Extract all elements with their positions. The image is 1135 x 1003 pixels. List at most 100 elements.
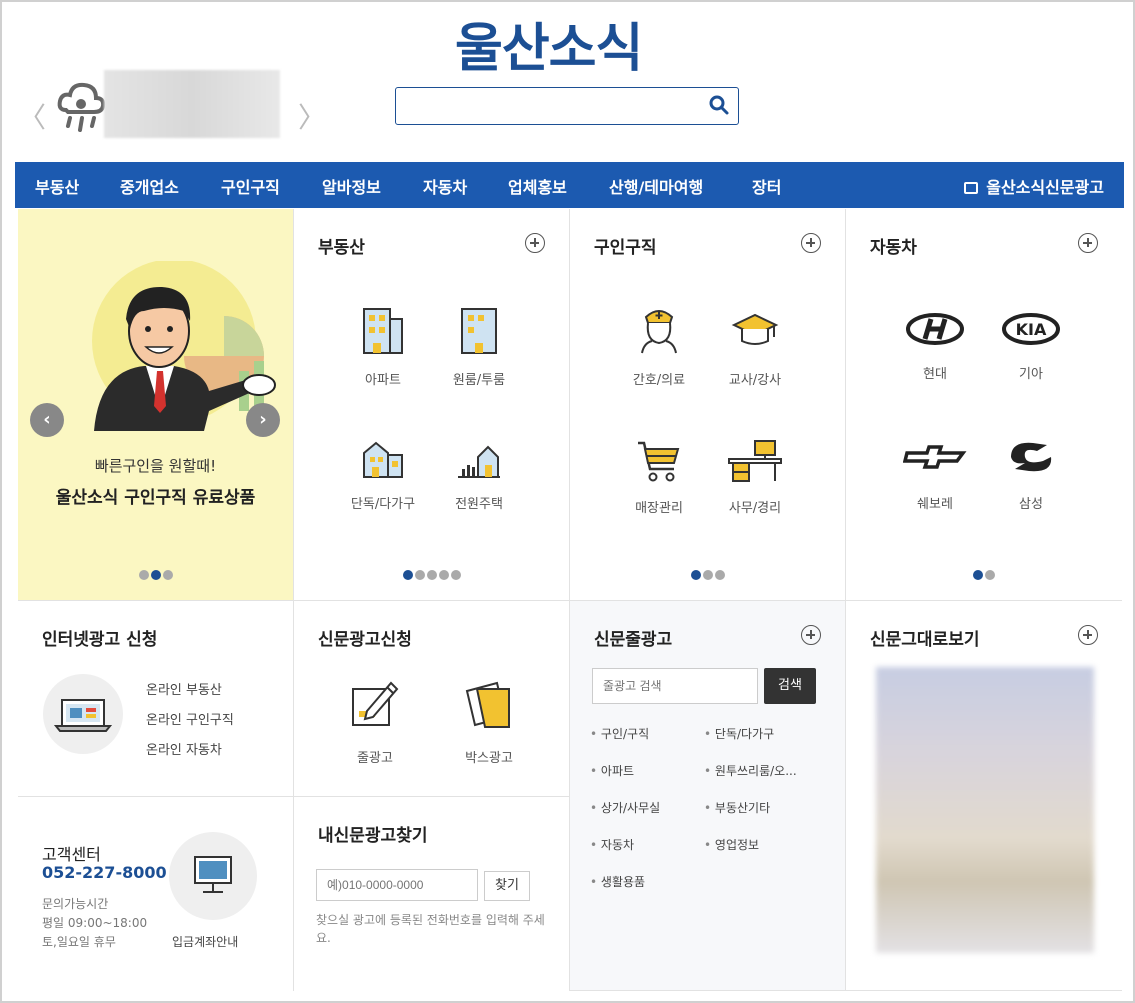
pagination-dot[interactable] (150, 570, 161, 580)
realestate-apartment[interactable]: 아파트 (338, 305, 428, 388)
weekend-hours: 토,일요일 휴무 (42, 935, 116, 949)
nav-newspaper-ad[interactable]: 올산소식신문광고 (964, 174, 1104, 198)
realestate-oneroom[interactable]: 원룸/투룸 (434, 305, 524, 388)
jobs-pagination (570, 565, 845, 584)
pagination-dot[interactable] (702, 570, 713, 580)
site-search (395, 87, 739, 125)
cars-title: 자동차 (870, 238, 917, 258)
line-ad-category[interactable]: 단독/다가구 (704, 725, 774, 742)
edit-document-icon (352, 681, 399, 726)
line-ad-more-icon[interactable] (801, 625, 821, 645)
weekday-hours: 평일 09:00~18:00 (42, 916, 148, 930)
realestate-house[interactable]: 단독/다가구 (338, 439, 428, 512)
jobs-teacher[interactable]: 교사/강사 (710, 305, 800, 388)
newspaper-view-more-icon[interactable] (1078, 625, 1098, 645)
banner-next-button[interactable]: › (246, 403, 280, 437)
cars-panel: 자동차 현대 KIA 기아 쉐보레 삼성 (846, 209, 1122, 601)
laptop-icon (43, 674, 123, 754)
nav-item-parttime[interactable]: 알바정보 (322, 174, 381, 198)
line-ad-category[interactable]: 원투쓰리룸/오... (704, 762, 797, 779)
nav-item-market[interactable]: 장터 (752, 174, 781, 198)
jobs-office[interactable]: 사무/경리 (710, 439, 800, 516)
newspaper-ad-apply-panel: 신문광고신청 줄광고 박스광고 (294, 601, 570, 797)
line-ad-search-input[interactable] (592, 668, 758, 704)
weather-prev-button[interactable]: 〈 (18, 96, 46, 136)
pagination-dot[interactable] (985, 570, 995, 580)
line-ad-category[interactable]: 상가/사무실 (590, 799, 660, 816)
jobs-nursing[interactable]: 간호/의료 (614, 305, 704, 388)
cars-samsung[interactable]: 삼성 (986, 435, 1076, 512)
nav-newspaper-ad-label: 올산소식신문광고 (986, 178, 1104, 197)
deposit-account-link[interactable]: 입금계좌안내 (172, 933, 238, 950)
phone-number-input[interactable] (316, 869, 478, 901)
find-ad-button[interactable]: 찾기 (484, 871, 530, 901)
pagination-dot[interactable] (690, 570, 701, 580)
nav-item-travel[interactable]: 산행/테마여행 (609, 174, 703, 198)
pagination-dot[interactable] (973, 570, 983, 580)
monitor-icon (169, 832, 257, 920)
jobs-label: 교사/강사 (728, 373, 782, 388)
line-ad-title: 신문줄광고 (594, 630, 673, 650)
line-ad-apply[interactable]: 줄광고 (330, 677, 420, 766)
main-nav: 부동산 중개업소 구인구직 알바정보 자동차 업체홍보 산행/테마여행 장터 올… (15, 162, 1124, 208)
line-ad-category[interactable]: 구인/구직 (590, 725, 649, 742)
line-ad-category[interactable]: 부동산기타 (704, 799, 770, 816)
pagination-dot[interactable] (438, 570, 449, 580)
pagination-dot[interactable] (138, 570, 149, 580)
cars-hyundai[interactable]: 현대 (890, 309, 980, 382)
jobs-title: 구인구직 (594, 238, 657, 258)
online-cars-link[interactable]: 온라인 자동차 (146, 739, 222, 758)
weather-next-button[interactable]: 〉 (298, 96, 326, 136)
banner-headline: 빠른구인을 원할때! (94, 457, 217, 475)
pagination-dot[interactable] (402, 570, 413, 580)
realestate-country-house[interactable]: 전원주택 (434, 439, 524, 512)
box-ad-apply[interactable]: 박스광고 (444, 677, 534, 766)
banner-prev-button[interactable]: ‹ (30, 403, 64, 437)
pagination-dot[interactable] (426, 570, 437, 580)
banner-pagination (18, 565, 293, 584)
line-ad-category[interactable]: 생활용품 (590, 873, 645, 890)
cars-kia[interactable]: KIA 기아 (986, 309, 1076, 382)
banner-subheadline: 울산소식 구인구직 유료상품 (55, 488, 256, 508)
nav-item-cars[interactable]: 자동차 (423, 174, 467, 198)
line-ad-category[interactable]: 영업정보 (704, 836, 759, 853)
nav-item-jobs[interactable]: 구인구직 (221, 174, 280, 198)
online-jobs-link[interactable]: 온라인 구인구직 (146, 709, 234, 728)
jobs-panel: 구인구직 간호/의료 교사/강사 매장관리 사무/경리 (570, 209, 846, 601)
search-input[interactable] (396, 88, 712, 122)
site-logo[interactable]: 울산소식 (455, 6, 643, 81)
customer-center-panel: 고객센터 052-227-8000 문의가능시간 평일 09:00~18:00 … (18, 797, 294, 991)
pagination-dot[interactable] (414, 570, 425, 580)
line-ad-category[interactable]: 자동차 (590, 836, 634, 853)
realestate-more-icon[interactable] (525, 233, 545, 253)
promo-banner[interactable]: ‹ › 빠른구인을 원할때! 울산소식 구인구직 유료상품 (18, 209, 294, 601)
newspaper-preview-image[interactable] (876, 667, 1094, 953)
internet-ad-panel: 인터넷광고 신청 온라인 부동산 온라인 구인구직 온라인 자동차 (18, 601, 294, 797)
chevrolet-logo-icon (903, 445, 967, 469)
realestate-label: 아파트 (365, 373, 401, 388)
jobs-label: 간호/의료 (632, 373, 686, 388)
search-icon[interactable] (708, 94, 730, 116)
line-ad-search-button[interactable]: 검색 (764, 668, 816, 704)
nav-item-agencies[interactable]: 중개업소 (120, 174, 179, 198)
online-realestate-link[interactable]: 온라인 부동산 (146, 679, 222, 698)
nav-item-business[interactable]: 업체홍보 (508, 174, 567, 198)
detached-house-icon (363, 441, 403, 478)
pagination-dot[interactable] (714, 570, 725, 580)
customer-phone[interactable]: 052-227-8000 (42, 863, 167, 882)
jobs-store[interactable]: 매장관리 (614, 439, 704, 516)
cars-more-icon[interactable] (1078, 233, 1098, 253)
sticky-notes-icon (465, 681, 510, 728)
jobs-label: 사무/경리 (728, 501, 782, 516)
pagination-dot[interactable] (162, 570, 173, 580)
cars-label: 삼성 (1019, 497, 1043, 512)
nurse-icon (641, 310, 677, 354)
line-ad-category[interactable]: 아파트 (590, 762, 634, 779)
jobs-more-icon[interactable] (801, 233, 821, 253)
realestate-panel: 부동산 아파트 원룸/투룸 단독/다가구 전원주택 (294, 209, 570, 601)
newspaper-ad-apply-title: 신문광고신청 (318, 630, 412, 650)
cars-chevrolet[interactable]: 쉐보레 (890, 435, 980, 512)
pagination-dot[interactable] (450, 570, 461, 580)
nav-item-realestate[interactable]: 부동산 (35, 174, 79, 198)
realestate-label: 원룸/투룸 (452, 373, 506, 388)
